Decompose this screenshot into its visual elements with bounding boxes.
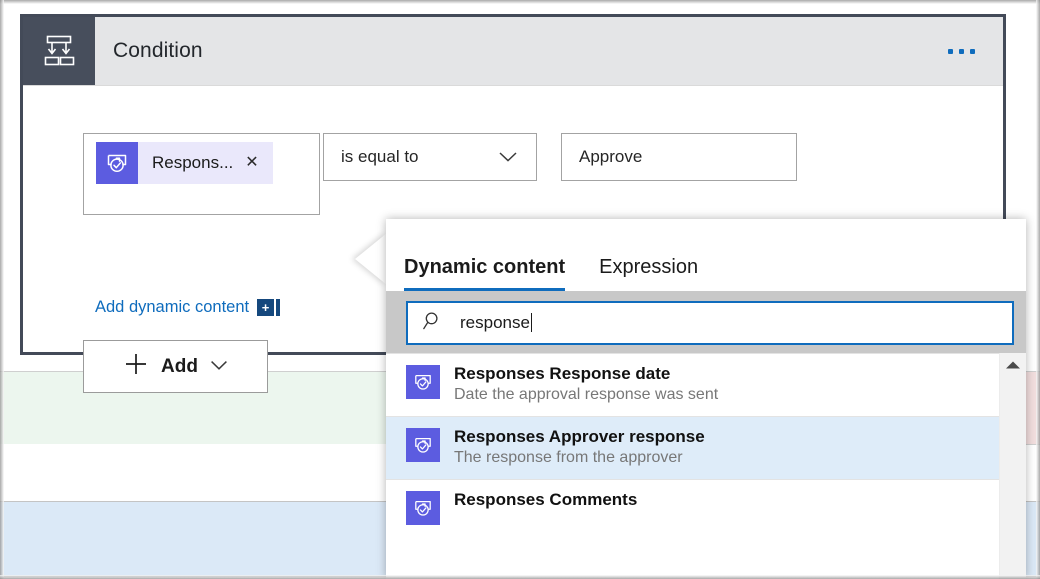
flyout-callout-pointer (355, 233, 387, 285)
list-item-title: Responses Response date (454, 364, 670, 383)
token-label: Respons... (138, 153, 243, 173)
ellipsis-dot (948, 49, 953, 54)
dynamic-content-flyout: Dynamic content Expression response (386, 219, 1026, 579)
list-item-subtitle: The response from the approver (454, 447, 705, 469)
add-button[interactable]: Add (83, 340, 268, 393)
list-item[interactable]: Responses Response date Date the approva… (386, 353, 1000, 416)
close-icon[interactable]: ✕ (243, 155, 272, 171)
search-input[interactable]: response (406, 301, 1014, 345)
chevron-down-icon (498, 151, 536, 163)
text-caret (531, 313, 532, 332)
list-item-title: Responses Approver response (454, 427, 705, 446)
dynamic-content-list-inner: Responses Response date Date the approva… (386, 353, 1000, 535)
screenshot-edge-top (0, 0, 1040, 4)
list-item-title: Responses Comments (454, 490, 637, 509)
condition-card-header: Condition (23, 17, 1003, 86)
screen: Condition (0, 0, 1040, 579)
flyout-search-bar: response (386, 291, 1026, 353)
add-dynamic-content-badge: + (257, 299, 280, 316)
condition-operator-select[interactable]: is equal to (323, 133, 537, 181)
more-commands-button[interactable] (919, 17, 1003, 85)
scroll-up-icon[interactable] (1000, 360, 1026, 370)
list-item-text: Responses Approver response The response… (454, 426, 705, 469)
condition-left-operand-box[interactable]: Respons... ✕ (83, 133, 320, 215)
add-dynamic-content-link[interactable]: Add dynamic content + (95, 298, 280, 317)
chevron-down-icon (210, 358, 228, 376)
screenshot-edge-left (0, 0, 4, 579)
approval-response-icon (406, 491, 440, 525)
badge-bar (276, 299, 280, 316)
approval-response-icon (96, 142, 138, 184)
screenshot-edge-right (1036, 0, 1040, 579)
plus-icon (123, 351, 149, 382)
ellipsis-dot (959, 49, 964, 54)
list-item-subtitle: Date the approval response was sent (454, 384, 718, 406)
dynamic-content-token[interactable]: Respons... ✕ (96, 142, 273, 184)
condition-branch-icon (23, 17, 95, 85)
dynamic-content-list: Responses Response date Date the approva… (386, 353, 1026, 579)
search-input-value: response (460, 313, 532, 333)
search-icon (422, 310, 444, 337)
list-item[interactable]: Responses Comments (386, 479, 1000, 535)
list-item[interactable]: Responses Approver response The response… (386, 416, 1000, 479)
plus-badge-icon: + (257, 299, 274, 316)
approval-response-icon (406, 428, 440, 462)
add-dynamic-content-label: Add dynamic content (95, 298, 249, 317)
list-scrollbar[interactable] (999, 353, 1026, 579)
page-title: Condition (95, 17, 919, 85)
flyout-tabs: Dynamic content Expression (386, 219, 1026, 291)
add-button-label: Add (161, 356, 198, 378)
list-item-text: Responses Comments (454, 489, 637, 510)
screenshot-edge-bottom (0, 575, 1040, 579)
condition-value-input[interactable]: Approve (561, 133, 797, 181)
tab-expression[interactable]: Expression (599, 256, 698, 291)
operator-value: is equal to (324, 147, 498, 167)
list-item-text: Responses Response date Date the approva… (454, 363, 718, 406)
approval-response-icon (406, 365, 440, 399)
tab-dynamic-content[interactable]: Dynamic content (404, 256, 565, 291)
ellipsis-dot (970, 49, 975, 54)
